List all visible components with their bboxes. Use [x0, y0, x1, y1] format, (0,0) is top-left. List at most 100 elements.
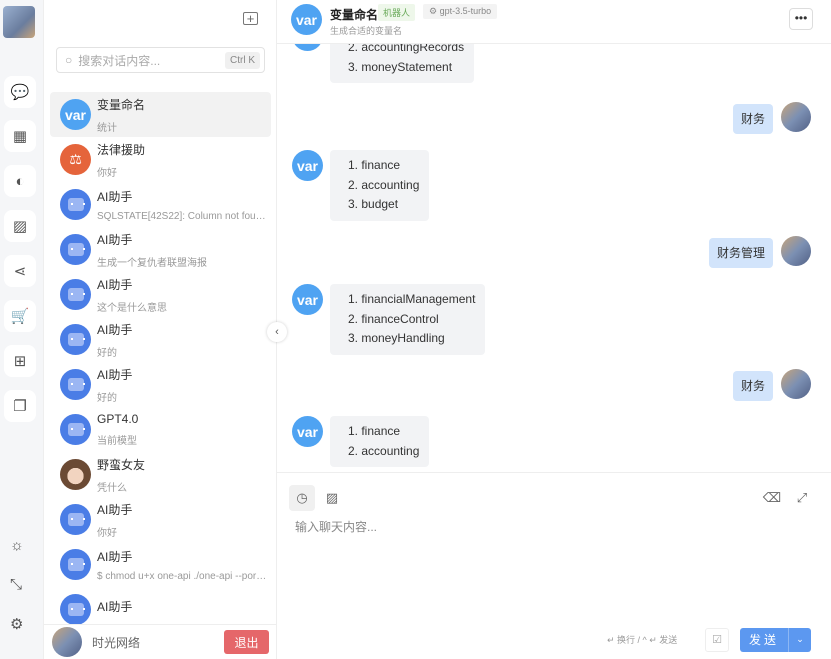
chat-title: 变量命名	[330, 8, 379, 22]
conversation-item[interactable]: AI助手好的	[50, 317, 271, 362]
conversation-item[interactable]: AI助手 好的	[50, 362, 271, 407]
bot-message: 1. finance 2. accounting	[330, 416, 430, 467]
user-message: 财务管理	[708, 238, 773, 268]
copy-icon[interactable]: ❐	[4, 390, 36, 422]
robot-icon	[60, 279, 91, 310]
search-input[interactable]: ○ 搜索对话内容... Ctrl K	[56, 47, 265, 73]
conversation-preview: 好的	[97, 347, 117, 359]
avatar	[60, 459, 91, 490]
message-line: 2. accounting	[348, 177, 420, 192]
conversation-preview: SQLSTATE[42S22]: Column not found:...	[97, 210, 267, 222]
history-icon[interactable]: ◷	[289, 485, 315, 511]
message-list: var 2. accountingRecords 3. moneyStatement…	[277, 44, 831, 472]
conversation-preview: 这个是什么意思	[97, 302, 167, 314]
user-message: 财务	[732, 371, 773, 401]
robot-icon	[60, 504, 91, 535]
message-line: 2. accounting	[348, 443, 420, 458]
new-chat-icon[interactable]: +	[243, 12, 258, 25]
message-line: 2. financeControl	[348, 311, 439, 326]
logout-button[interactable]: 退出	[224, 630, 269, 654]
message-line: 2. accountingRecords	[348, 44, 465, 54]
robot-icon	[60, 594, 91, 624]
conversation-item[interactable]: AI助手 SQLSTATE[42S22]: Column not found:..…	[50, 182, 271, 227]
cart-icon[interactable]: 🛒	[4, 300, 36, 332]
conversation-item[interactable]: 野蛮女友 凭什么	[50, 452, 271, 497]
conversation-name: AI助手	[97, 232, 133, 247]
palette-icon[interactable]: ◐	[4, 165, 36, 197]
message-line: 3. budget	[348, 197, 399, 211]
app-avatar[interactable]	[3, 6, 35, 38]
user-footer: 时光网络 退出	[44, 624, 277, 659]
model-tag[interactable]: ⚙ gpt-3.5-turbo	[423, 4, 498, 19]
conversation-preview: 你好	[97, 527, 117, 539]
expand-icon[interactable]: ⤢	[789, 485, 815, 511]
robot-icon	[60, 414, 91, 445]
var-avatar: var	[60, 99, 91, 130]
bot-message: 1. financialManagement 2. financeControl 3…	[330, 284, 486, 355]
conversation-name: AI助手	[97, 367, 133, 382]
chat-subtitle: 生成合适的变量名	[330, 26, 403, 36]
apps-icon[interactable]: ▦	[4, 120, 36, 152]
conversation-name: 变量命名	[97, 97, 146, 112]
select-icon[interactable]: ☑	[705, 628, 729, 652]
collapse-screen-icon[interactable]: ⤡	[10, 576, 22, 593]
user-avatar[interactable]	[52, 627, 82, 657]
chevron-down-icon[interactable]: ⌄	[789, 628, 811, 652]
shortcut-badge: Ctrl K	[225, 51, 260, 69]
bot-avatar: var	[292, 44, 323, 51]
chat-avatar: var	[291, 4, 322, 35]
robot-icon	[60, 324, 91, 355]
message-line: 1. financialManagement	[348, 292, 476, 306]
search-icon: ○	[65, 53, 73, 67]
bot-avatar: var	[292, 150, 323, 181]
shortcut-hint: ↵ 换行 / ^ ↵ 发送	[607, 635, 678, 645]
conversation-preview: 统计	[97, 122, 117, 134]
bot-avatar: var	[292, 416, 323, 447]
message-input[interactable]: 输入聊天内容...	[295, 518, 377, 535]
message-line: 3. moneyStatement	[348, 59, 453, 74]
nav-rail: 💬 ▦ ◐ ▨ ⋖ 🛒 ⊞ ❐ ☼ ⤡ ⚙	[0, 0, 44, 659]
send-button[interactable]: 发送 ⌄	[740, 628, 811, 652]
conversation-preview: $ chmod u+x one-api ./one-api --port 3..…	[97, 570, 267, 582]
bot-message: 1. finance 2. accounting 3. budget	[330, 150, 430, 221]
conversation-name: 法律援助	[97, 142, 146, 157]
conversation-preview: 当前模型	[97, 436, 137, 447]
conversation-name: AI助手	[97, 277, 133, 292]
image-icon[interactable]: ▨	[4, 210, 36, 242]
bot-message: 2. accountingRecords 3. moneyStatement	[330, 44, 475, 83]
composer: ◷ ▨ ⌫ ⤢ 输入聊天内容... ↵ 换行 / ^ ↵ 发送 ☑ 发送 ⌄	[277, 472, 831, 659]
robot-icon	[60, 369, 91, 400]
conversation-preview: 你好	[97, 167, 117, 179]
user-avatar	[781, 236, 811, 266]
user-avatar	[781, 102, 811, 132]
robot-icon	[60, 189, 91, 220]
bot-avatar: var	[292, 284, 323, 315]
conversation-list[interactable]: var 变量命名 统计 ⚖ 法律援助 你好 AI助手 SQLSTATE[42S22]: Col…	[50, 92, 271, 624]
conversation-name: AI助手	[97, 549, 133, 564]
conversation-sidebar: + ○ 搜索对话内容... Ctrl K var 变量命名 统计 ⚖ 法律援助 你好 AI助…	[44, 0, 277, 659]
settings-icon[interactable]: ⚙	[10, 615, 23, 633]
image-upload-icon[interactable]: ▨	[319, 485, 345, 511]
more-icon[interactable]: •••	[789, 8, 813, 30]
conversation-item[interactable]: AI助手这个是什么意思	[50, 272, 271, 317]
message-line: 1. finance	[348, 424, 401, 438]
gift-icon[interactable]: ⊞	[4, 345, 36, 377]
conversation-item[interactable]: AI助手	[50, 587, 271, 624]
sun-icon[interactable]: ☼	[10, 537, 24, 554]
conversation-item[interactable]: AI助手 生成一个复仇者联盟海报	[50, 227, 271, 272]
eraser-icon[interactable]: ⌫	[759, 485, 785, 511]
conversation-name: AI助手	[97, 322, 133, 337]
conversation-item[interactable]: GPT4.0 当前模型	[50, 407, 271, 452]
conversation-preview: 凭什么	[97, 482, 127, 494]
conversation-item[interactable]: AI助手 $ chmod u+x one-api ./one-api --port…	[50, 542, 271, 587]
share-icon[interactable]: ⋖	[4, 255, 36, 287]
conversation-item[interactable]: var 变量命名统计	[50, 92, 271, 137]
conversation-name: AI助手	[97, 600, 133, 614]
user-avatar	[781, 369, 811, 399]
conversation-name: AI助手	[97, 189, 133, 204]
chat-main: var 变量命名 机器人 ⚙ gpt-3.5-turbo 生成合适的变量名 ••…	[277, 0, 831, 659]
conversation-item[interactable]: AI助手 你好	[50, 497, 271, 542]
chat-icon[interactable]: 💬	[4, 76, 36, 108]
conversation-item[interactable]: ⚖ 法律援助 你好	[50, 137, 271, 182]
collapse-sidebar-icon[interactable]: ‹	[267, 322, 287, 342]
